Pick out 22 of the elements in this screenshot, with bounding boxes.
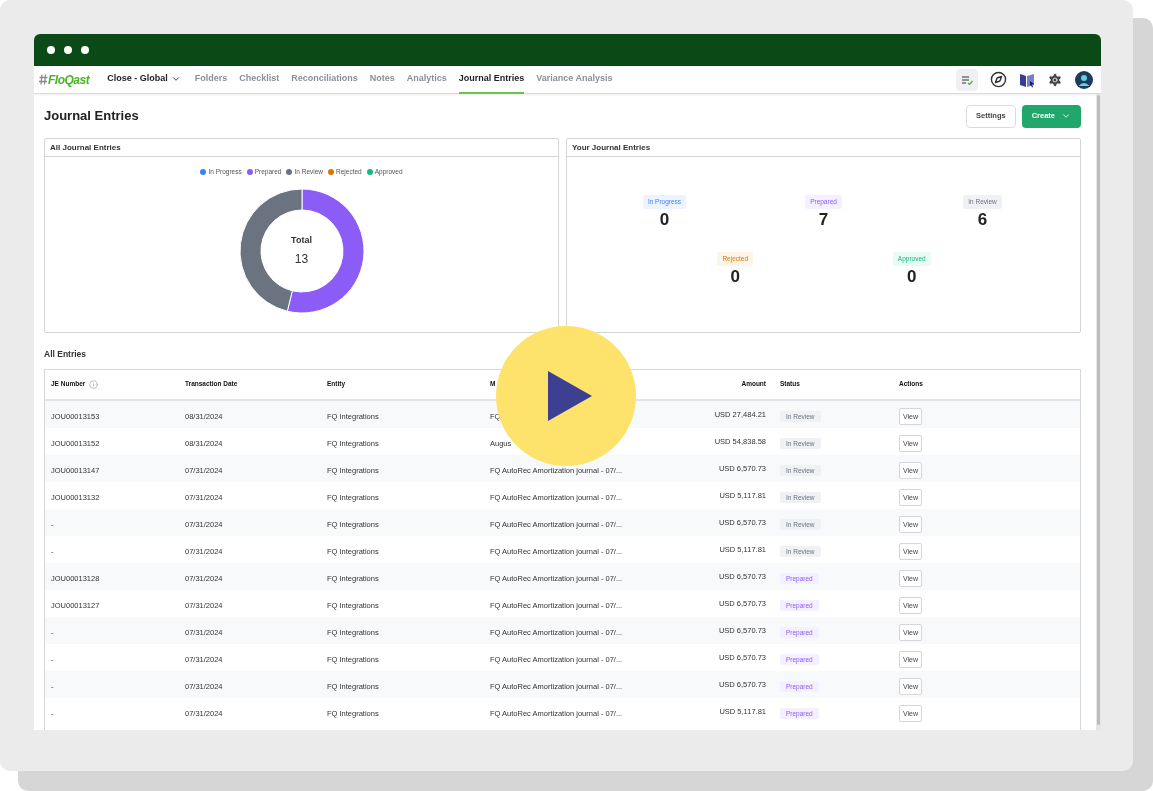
- total-label: Total: [291, 233, 312, 247]
- status-count: 0: [907, 266, 917, 287]
- status-count: 0: [659, 209, 670, 230]
- settings-icon[interactable]: [1047, 71, 1063, 88]
- status-count: 0: [730, 266, 740, 287]
- avatar-icon[interactable]: [1075, 70, 1093, 89]
- chevron-down-icon: [1061, 111, 1071, 121]
- play-icon: [548, 371, 592, 421]
- section-title: All Entries: [44, 348, 88, 361]
- hash-icon: [39, 74, 48, 85]
- tasks-icon[interactable]: [956, 68, 978, 91]
- status-count: 7: [818, 209, 829, 230]
- close-dropdown[interactable]: Close - Global: [107, 65, 181, 94]
- page-title: Journal Entries: [44, 107, 140, 126]
- total-value: 13: [294, 251, 309, 268]
- compass-icon[interactable]: [990, 71, 1007, 88]
- card-title: Your Journal Entries: [567, 139, 1080, 157]
- card-title: All Journal Entries: [45, 139, 558, 157]
- scrollbar[interactable]: [1096, 94, 1101, 730]
- book-icon[interactable]: [1019, 71, 1035, 88]
- status-count: 6: [977, 209, 988, 230]
- nav-tab[interactable]: Journal Entries: [458, 65, 525, 94]
